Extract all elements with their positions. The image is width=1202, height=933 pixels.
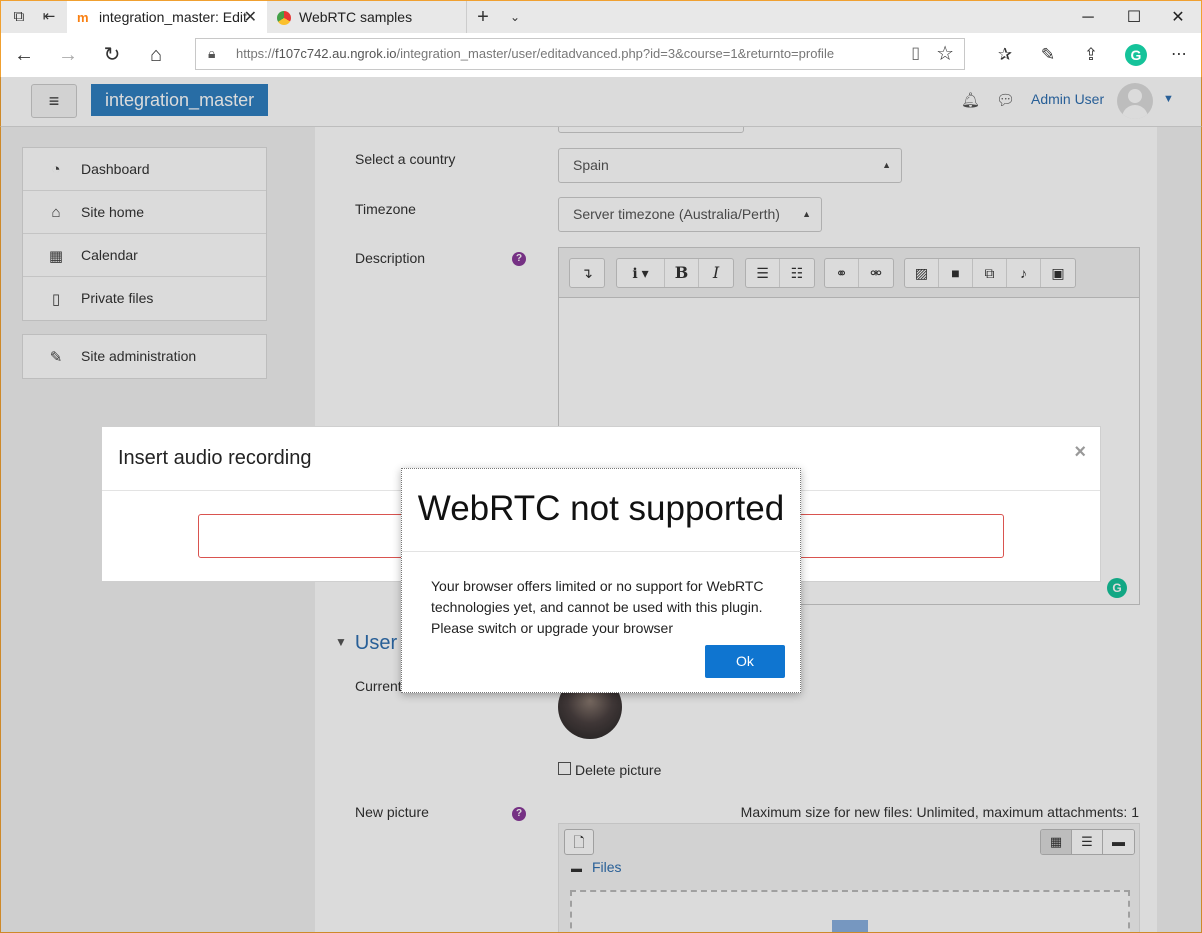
tab-title: integration_master: Edit [99,9,247,25]
alert-title: WebRTC not supported [417,489,785,528]
tab-list-icon[interactable]: ⧉ [9,7,29,27]
webrtc-alert-dialog: WebRTC not supported Your browser offers… [401,468,801,693]
new-tab-icon[interactable]: + [473,7,493,27]
minimize-icon[interactable]: ─ [1065,1,1111,34]
tab-webrtc-samples[interactable]: WebRTC samples [267,1,467,34]
browser-tab-strip: ⧉ ⇤ m integration_master: Edit ✕ WebRTC … [0,0,1202,34]
address-bar[interactable]: 🔒︎ https://f107c742.au.ngrok.io/integrat… [195,38,965,70]
maximize-icon[interactable]: ☐ [1111,1,1157,34]
webrtc-favicon-icon [277,11,291,25]
back-icon[interactable]: ← [10,41,38,69]
forward-icon[interactable]: → [54,41,82,69]
close-window-icon[interactable]: ✕ [1155,1,1201,34]
tab-integration-master[interactable]: m integration_master: Edit ✕ [67,1,267,34]
set-aside-tabs-icon[interactable]: ⇤ [39,7,59,27]
alert-message: Your browser offers limited or no suppor… [431,578,764,636]
tab-title: WebRTC samples [299,9,413,25]
favorites-list-icon[interactable]: ✰ [991,41,1019,69]
close-icon[interactable]: × [1074,441,1086,464]
share-icon[interactable]: ⇪ [1077,41,1105,69]
grammarly-icon[interactable]: G [1125,44,1147,66]
tab-preview-chevron-icon[interactable]: ⌄ [505,7,525,27]
dialog-title: Insert audio recording [118,447,312,469]
reading-view-icon[interactable]: ▯ [911,43,920,63]
ok-button[interactable]: Ok [705,645,785,678]
close-tab-icon[interactable]: ✕ [244,1,257,34]
home-icon[interactable]: ⌂ [142,41,170,69]
moodle-favicon-icon: m [77,10,89,25]
pen-icon[interactable]: ✎ [1034,41,1062,69]
url-text: https://f107c742.au.ngrok.io/integration… [236,46,835,61]
favorite-star-icon[interactable]: ☆ [936,41,954,66]
more-icon[interactable]: ⋯ [1165,41,1193,69]
lock-icon: 🔒︎ [208,45,216,61]
browser-navbar: ← → ↻ ⌂ 🔒︎ https://f107c742.au.ngrok.io/… [0,33,1202,77]
refresh-icon[interactable]: ↻ [98,41,126,69]
